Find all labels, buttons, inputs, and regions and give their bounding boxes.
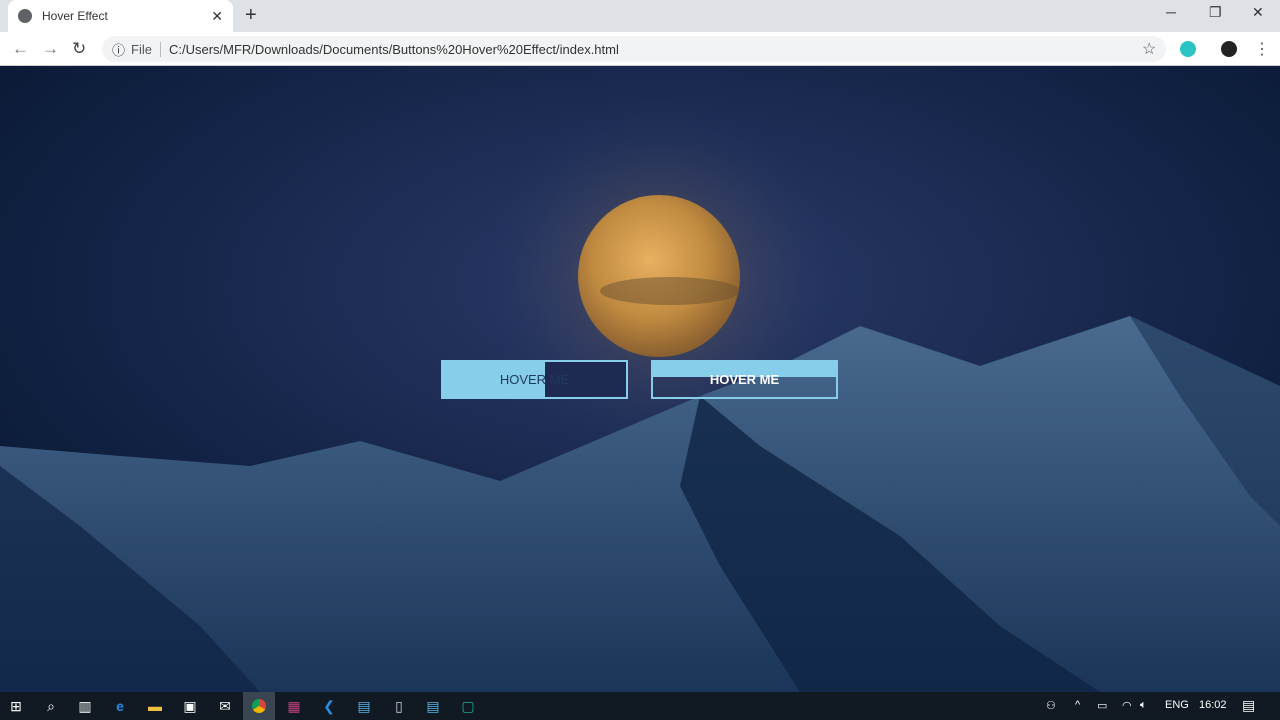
profile-avatar[interactable] [1221,41,1237,57]
hover-button-2[interactable]: HOVER ME [651,360,838,399]
forward-button[interactable]: → [42,39,59,59]
chevron-up-icon[interactable]: ^ [1075,699,1080,711]
taskbar: ⊞ ⌕ ▥ e ▬ ▣ ✉ ▦ ❮ ▤ ▯ ▤ ▢ ⚇ ^ ▭ ◠ 🔈︎ ENG… [0,692,1280,720]
file-explorer-icon[interactable]: ▬ [146,697,164,715]
info-icon[interactable]: ⓘ [112,40,125,59]
url-input[interactable]: ⓘ File C:/Users/MFR/Downloads/Documents/… [102,36,1166,62]
battery-icon[interactable]: ▭ [1097,699,1107,712]
task-view-icon[interactable]: ▥ [76,697,94,715]
address-bar-row: ← → ↻ ⓘ File C:/Users/MFR/Downloads/Docu… [0,32,1280,66]
app-icon[interactable]: ▤ [355,697,373,715]
maximize-button[interactable]: ❐ [1209,4,1222,21]
windows-start-icon[interactable]: ⊞ [7,697,25,715]
store-icon[interactable]: ▣ [181,697,199,715]
moon-mountain-background [0,66,1280,692]
url-text: C:/Users/MFR/Downloads/Documents/Buttons… [168,41,619,57]
notification-icon[interactable]: ▤ [1242,697,1255,714]
scheme-label: File [131,41,161,57]
button-label: HOVER ME [709,372,780,387]
new-tab-button[interactable]: + [245,4,257,27]
vscode-icon[interactable]: ❮ [320,697,338,715]
app-icon[interactable]: ▢ [459,697,477,715]
back-button[interactable]: ← [12,39,29,59]
wifi-icon[interactable]: ◠ [1122,699,1132,712]
menu-icon[interactable]: ⋮ [1254,39,1270,59]
search-icon[interactable]: ⌕ [42,697,60,715]
mail-icon[interactable]: ✉ [216,697,234,715]
winrar-icon[interactable]: ▦ [285,697,303,715]
tab-hover-effect[interactable]: Hover Effect ✕ [8,0,233,32]
volume-icon[interactable]: 🔈︎ [1140,699,1147,712]
people-icon[interactable]: ⚇ [1046,699,1056,712]
close-window-button[interactable]: ✕ [1252,4,1264,21]
reload-button[interactable]: ↻ [72,39,86,59]
minimize-button[interactable]: ─ [1166,4,1176,20]
clock[interactable]: 16:02 [1199,699,1227,711]
tab-title: Hover Effect [42,9,108,23]
button-label: HOVER ME [499,372,570,387]
app-icon[interactable]: ▤ [424,697,442,715]
globe-icon [18,9,32,23]
extension-icon[interactable] [1180,41,1196,57]
page-content: HOVER ME HOVER ME [0,66,1280,692]
edge-icon[interactable]: e [111,697,129,715]
notepad-icon[interactable]: ▯ [390,697,408,715]
hover-button-1[interactable]: HOVER ME [441,360,628,399]
tab-bar: Hover Effect ✕ + ─ ❐ ✕ [0,0,1280,32]
close-tab-icon[interactable]: ✕ [211,8,223,25]
language-indicator[interactable]: ENG [1165,699,1189,711]
bookmark-star-icon[interactable]: ☆ [1142,39,1156,59]
chrome-icon[interactable] [243,692,275,720]
